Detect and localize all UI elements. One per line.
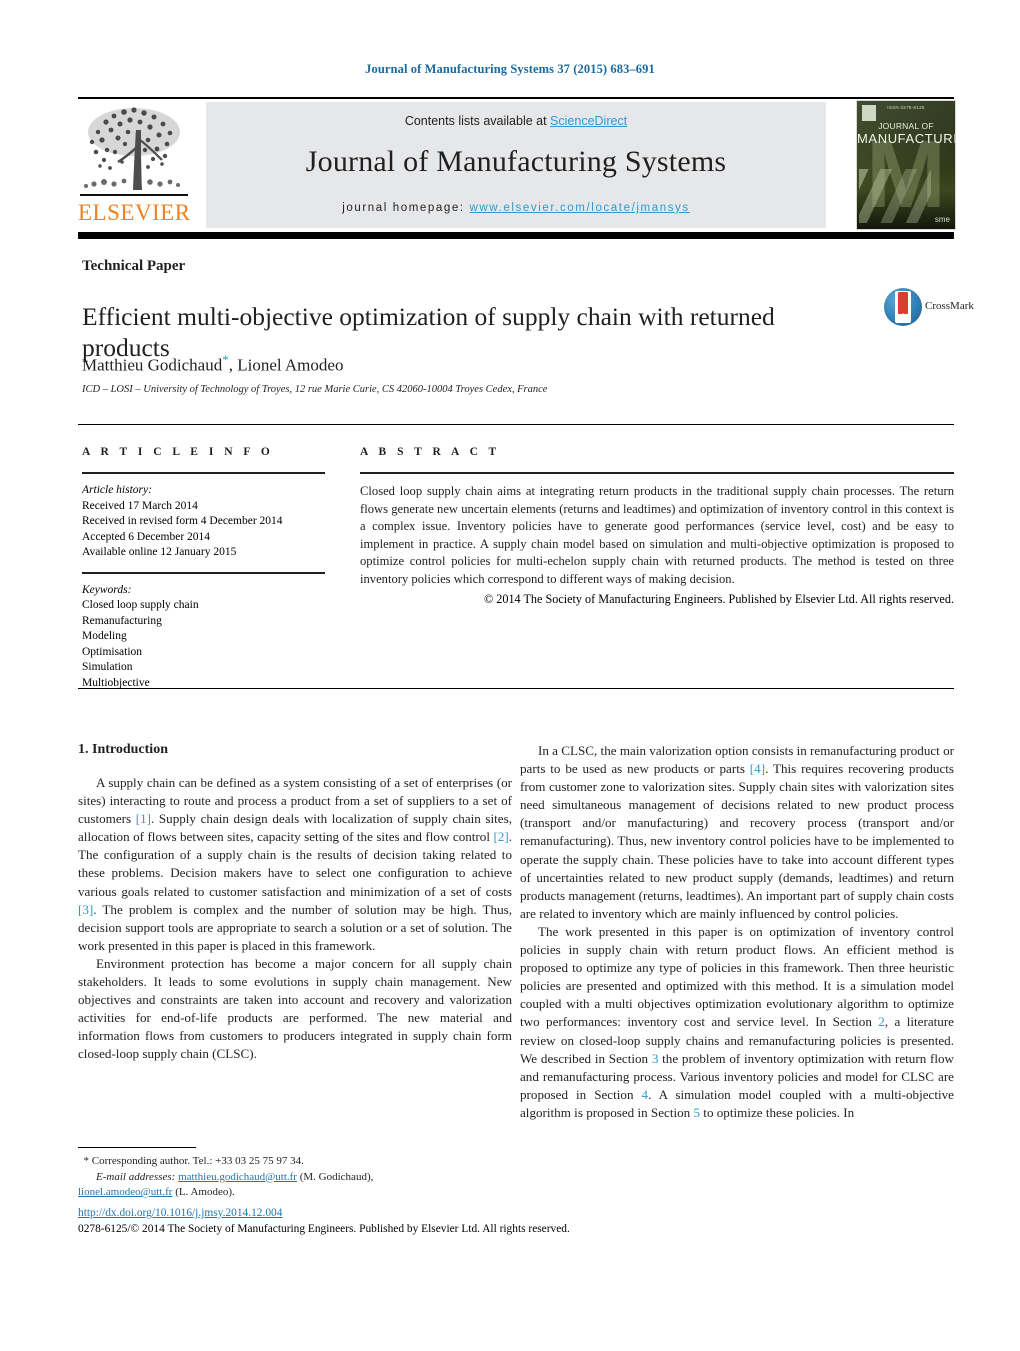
elsevier-tree-icon [78,102,190,198]
author-secondary: , Lionel Amodeo [228,355,344,375]
affiliation: ICD – LOSI – University of Technology of… [82,384,548,395]
paragraph: The work presented in this paper is on o… [520,923,955,1120]
keyword-item: Optimisation [82,645,143,658]
cover-title-line1: JOURNAL OF [878,121,934,131]
contents-available-line: Contents lists available at ScienceDirec… [206,114,826,128]
section-ref[interactable]: 3 [652,1051,659,1066]
keyword-item: Simulation [82,661,133,673]
email-link-godichaud[interactable]: matthieu.godichaud@utt.fr [178,1171,297,1183]
journal-homepage-link[interactable]: www.elsevier.com/locate/jmansys [470,202,690,214]
history-item: Received in revised form 4 December 2014 [82,515,283,527]
crossmark-badge[interactable]: CrossMark [884,288,974,328]
crossmark-label: CrossMark [925,300,974,312]
author-primary: Matthieu Godichaud [82,355,223,375]
info-rule-1 [82,472,325,474]
citation-ref[interactable]: [4] [750,761,765,776]
paper-page: Journal of Manufacturing Systems 37 (201… [0,0,1020,1351]
body-column-left: 1. Introduction A supply chain can be de… [78,742,512,1064]
history-item: Received 17 March 2014 [82,499,198,512]
masthead: ELSEVIER Contents lists available at Sci… [78,98,956,230]
issn-copyright-line: 0278-6125/© 2014 The Society of Manufact… [78,1223,570,1235]
section-ref[interactable]: 2 [878,1014,885,1029]
section-heading-introduction: 1. Introduction [78,742,168,757]
footnote-rule [78,1147,196,1148]
history-item: Accepted 6 December 2014 [82,530,211,543]
paragraph: Environment protection has become a majo… [78,955,512,1062]
info-top-rule [78,424,954,425]
masthead-bottom-rule [78,232,954,239]
email-owner-2: (L. Amodeo). [172,1186,235,1198]
citation-ref[interactable]: [1] [136,811,151,826]
abstract-text: Closed loop supply chain aims at integra… [360,484,954,586]
journal-homepage-line: journal homepage: www.elsevier.com/locat… [206,202,826,214]
keyword-item: Modeling [82,630,127,642]
corresponding-author-text: Corresponding author. Tel.: +33 03 25 75… [91,1155,304,1167]
elsevier-logo-rule [80,194,188,196]
elsevier-logo: ELSEVIER [78,102,190,228]
email-addresses-label: E-mail addresses: [96,1170,176,1183]
corresponding-author-note: * Corresponding author. Tel.: +33 03 25 … [78,1154,512,1170]
info-rule-2 [82,571,325,574]
paragraph: In a CLSC, the main valorization option … [520,743,955,921]
abstract-copyright: © 2014 The Society of Manufacturing Engi… [483,591,954,606]
history-item: Available online 12 January 2015 [82,546,237,558]
keyword-item: Remanufacturing [82,614,162,627]
keyword-item: Closed loop supply chain [82,599,199,611]
abstract-bottom-rule [78,688,954,689]
cover-title-line2: MANUFACTURING [857,131,955,146]
contents-prefix: Contents lists available at [404,114,551,128]
journal-cover-image: M ISSN 0278-6125 JOURNAL OF MANUFACTURIN… [856,100,956,230]
journal-title: Journal of Manufacturing Systems [305,145,727,178]
email-line-2: lionel.amodeo@utt.fr (L. Amodeo). [78,1185,512,1201]
doi-block: http://dx.doi.org/10.1016/j.jmsy.2014.12… [78,1205,778,1237]
email-link-amodeo[interactable]: lionel.amodeo@utt.fr [78,1186,172,1198]
footnote-marker: * [83,1155,90,1167]
email-owner-1: (M. Godichaud), [296,1170,374,1183]
contents-band: Contents lists available at ScienceDirec… [206,102,826,228]
cover-issn-label: ISSN 0278-6125 [887,105,925,110]
section-ref[interactable]: 5 [693,1105,700,1120]
running-head: Journal of Manufacturing Systems 37 (201… [365,62,655,76]
body-column-right: In a CLSC, the main valorization option … [520,742,954,1122]
keywords-label: Keywords: [82,583,132,596]
author-list: Matthieu Godichaud*, Lionel Amodeo [82,352,822,376]
cover-society-mark: sme [934,215,950,224]
crossmark-triangle-icon [897,313,909,321]
doi-link[interactable]: http://dx.doi.org/10.1016/j.jmsy.2014.12… [78,1207,282,1219]
abstract-rule [360,472,954,474]
homepage-prefix: journal homepage: [342,202,470,214]
cover-machinery-photo [859,169,931,223]
abstract-heading: A B S T R A C T [360,446,501,458]
article-type-label: Technical Paper [82,258,186,274]
citation-ref[interactable]: [2] [493,829,508,844]
abstract-column: A B S T R A C T Closed loop supply chain… [360,446,954,608]
article-history-label: Article history: [82,484,152,496]
email-line-1: E-mail addresses: matthieu.godichaud@utt… [78,1170,512,1186]
footnote-block: * Corresponding author. Tel.: +33 03 25 … [78,1154,512,1201]
article-info-heading: A R T I C L E I N F O [82,446,274,458]
sciencedirect-link[interactable]: ScienceDirect [550,114,627,128]
article-info-column: A R T I C L E I N F O Article history: R… [82,446,325,691]
elsevier-wordmark: ELSEVIER [78,200,191,225]
section-ref[interactable]: 4 [642,1087,649,1102]
citation-ref[interactable]: [3] [78,902,93,917]
paragraph: A supply chain can be defined as a syste… [78,775,512,953]
